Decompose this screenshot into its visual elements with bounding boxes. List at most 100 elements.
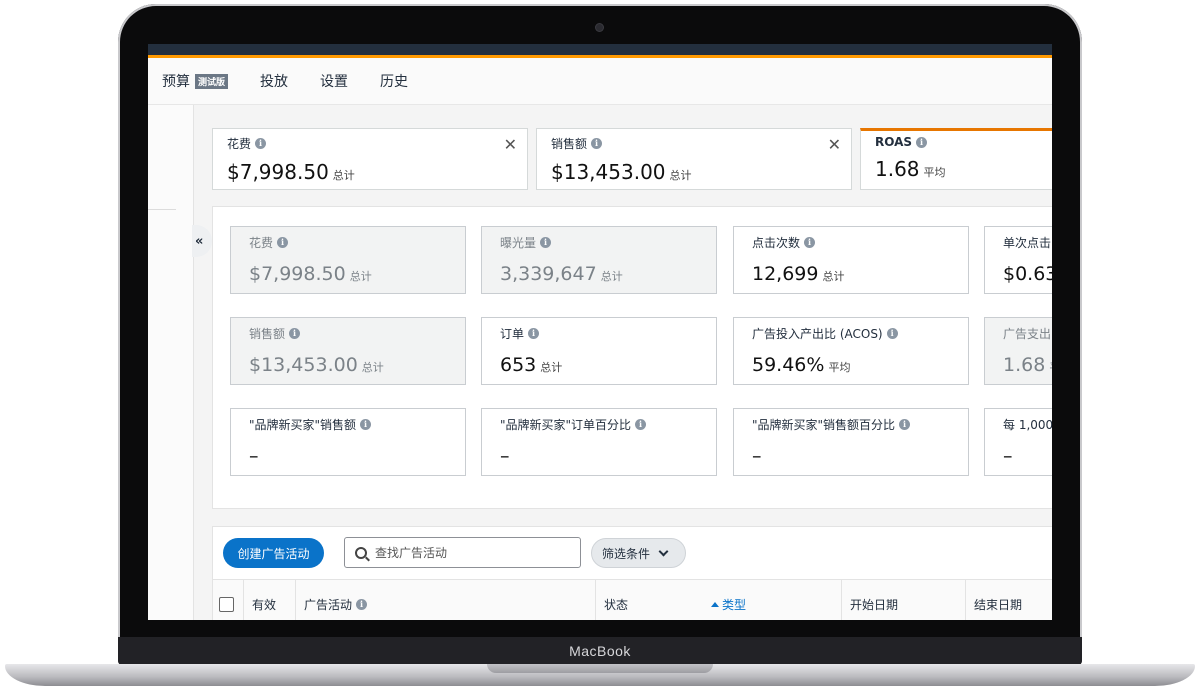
metric-card-per-1000[interactable]: 每 1,000 – <box>984 408 1052 476</box>
column-header-end-date[interactable]: 结束日期 <box>965 580 1052 620</box>
search-input[interactable]: 查找广告活动 <box>344 537 581 568</box>
metric-label-row: 点击次数 i <box>752 234 950 251</box>
filter-label: 筛选条件 <box>602 546 651 561</box>
create-campaign-button[interactable]: 创建广告活动 <box>223 538 324 568</box>
metric-unit: 总计 <box>349 270 372 283</box>
nav-item-label: 投放 <box>260 74 289 90</box>
beta-badge: 测试版 <box>195 73 229 89</box>
metric-value: 653 <box>500 354 537 376</box>
metric-card-ntb-sales[interactable]: "品牌新买家"销售额 i – <box>230 408 466 476</box>
kpi-unit: 总计 <box>669 169 692 182</box>
metric-card-orders[interactable]: 订单 i 653 总计 <box>481 317 717 385</box>
metric-value-row: – <box>752 445 950 467</box>
info-icon[interactable]: i <box>255 138 267 149</box>
kpi-card-spend[interactable]: 花费 i $7,998.50 总计 ✕ <box>212 128 528 190</box>
search-icon <box>355 546 367 559</box>
metric-label-row: 广告支出 <box>1003 325 1052 342</box>
metrics-panel: 花费 i $7,998.50 总计 曝光量 i 3,339,647 总计 点击次数 i 1… <box>212 206 1052 509</box>
kpi-value-row: 1.68 平均 <box>875 157 1052 181</box>
metric-card-clicks[interactable]: 点击次数 i 12,699 总计 <box>733 226 969 294</box>
divider <box>148 209 176 210</box>
metric-card-sales[interactable]: 销售额 i $13,453.00 总计 <box>230 317 466 385</box>
metric-label: 花费 <box>249 236 274 250</box>
close-icon[interactable]: ✕ <box>828 135 841 154</box>
metric-label: 单次点击 <box>1003 236 1052 250</box>
kpi-value-row: $13,453.00 总计 <box>551 160 837 184</box>
search-placeholder: 查找广告活动 <box>375 546 448 560</box>
metric-value: – <box>752 445 762 467</box>
metric-label-row: "品牌新买家"销售额百分比 i <box>752 416 950 433</box>
nav-item-label: 设置 <box>320 74 349 90</box>
nav-item-history[interactable]: 历史 <box>380 71 408 91</box>
metric-card-ad-spend[interactable]: 广告支出 1.68平 <box>984 317 1052 385</box>
metric-card-impressions[interactable]: 曝光量 i 3,339,647 总计 <box>481 226 717 294</box>
kpi-label-row: ROAS i <box>875 135 1052 149</box>
metric-value: 59.46% <box>752 354 825 376</box>
info-icon[interactable]: i <box>540 237 552 248</box>
kpi-card-sales[interactable]: 销售额 i $13,453.00 总计 ✕ <box>536 128 852 190</box>
column-header-status[interactable]: 状态 <box>595 580 703 620</box>
metric-value-row: – <box>500 445 698 467</box>
filter-dropdown[interactable]: 筛选条件 <box>591 538 686 568</box>
info-icon[interactable]: i <box>528 328 540 339</box>
metric-value: 1.68 <box>1003 354 1046 376</box>
info-icon[interactable]: i <box>899 419 911 430</box>
kpi-label-row: 花费 i <box>227 135 513 152</box>
select-all-checkbox[interactable] <box>219 597 234 612</box>
metric-card-ntb-order-pct[interactable]: "品牌新买家"订单百分比 i – <box>481 408 717 476</box>
info-icon[interactable]: i <box>289 328 301 339</box>
column-header-type[interactable]: 类型 <box>703 580 841 620</box>
campaign-table: 创建广告活动 查找广告活动 筛选条件 有效 广告活动 i 状态 类型 开始日期 结… <box>212 526 1052 620</box>
kpi-label-row: 销售额 i <box>551 135 837 152</box>
sort-ascending-icon <box>711 601 719 607</box>
info-icon[interactable]: i <box>360 419 372 430</box>
metric-label-row: 每 1,000 <box>1003 416 1052 433</box>
metric-card-cpc[interactable]: 单次点击 $0.63 <box>984 226 1052 294</box>
info-icon[interactable]: i <box>356 598 368 610</box>
metric-card-spend[interactable]: 花费 i $7,998.50 总计 <box>230 226 466 294</box>
info-icon[interactable]: i <box>916 136 928 148</box>
info-icon[interactable]: i <box>277 237 289 248</box>
metric-label: 每 1,000 <box>1003 418 1052 432</box>
metric-value-row: $7,998.50 总计 <box>249 263 447 285</box>
metric-card-ntb-sales-pct[interactable]: "品牌新买家"销售额百分比 i – <box>733 408 969 476</box>
metric-label-row: 订单 i <box>500 325 698 342</box>
chevron-down-icon <box>658 546 669 556</box>
metric-value: – <box>1003 445 1013 467</box>
device-brand-label: MacBook <box>569 643 631 659</box>
metric-value-row: $0.63 <box>1003 263 1052 285</box>
metric-unit: 总计 <box>600 270 623 283</box>
column-label: 开始日期 <box>850 597 899 612</box>
column-label: 有效 <box>252 597 277 612</box>
metric-value-row: 3,339,647 总计 <box>500 263 698 285</box>
top-nav: 预算 测试版 投放 设置 历史 <box>148 58 1052 105</box>
info-icon[interactable]: i <box>886 328 898 339</box>
metric-unit: 总计 <box>822 270 845 283</box>
close-icon[interactable]: ✕ <box>504 135 517 154</box>
metric-value: $13,453.00 <box>249 354 358 376</box>
laptop-notch <box>487 664 713 673</box>
nav-item-budget[interactable]: 预算 测试版 <box>162 71 229 91</box>
metric-value-row: – <box>1003 445 1052 467</box>
info-icon[interactable]: i <box>804 237 816 248</box>
metric-label-row: 销售额 i <box>249 325 447 342</box>
column-header-campaign[interactable]: 广告活动 i <box>295 580 595 620</box>
info-icon[interactable]: i <box>635 419 647 430</box>
metric-card-acos[interactable]: 广告投入产出比 (ACOS) i 59.46% 平均 <box>733 317 969 385</box>
column-header-start-date[interactable]: 开始日期 <box>841 580 965 620</box>
metric-label: 广告投入产出比 (ACOS) <box>752 327 883 341</box>
metric-label-row: 单次点击 <box>1003 234 1052 251</box>
info-icon[interactable]: i <box>591 138 603 149</box>
screen: 预算 测试版 投放 设置 历史 花费 i $7,998.50 总计 ✕ 销售额 … <box>148 44 1052 620</box>
metric-value: $7,998.50 <box>249 263 346 285</box>
metric-value-row: 653 总计 <box>500 354 698 376</box>
kpi-card-roas[interactable]: ROAS i 1.68 平均 <box>860 128 1052 190</box>
nav-item-placement[interactable]: 投放 <box>260 71 288 91</box>
kpi-label: 销售额 <box>551 137 588 151</box>
column-header-active[interactable]: 有效 <box>243 580 295 620</box>
kpi-value-row: $7,998.50 总计 <box>227 160 513 184</box>
metric-label-row: "品牌新买家"销售额 i <box>249 416 447 433</box>
metric-label-row: 曝光量 i <box>500 234 698 251</box>
kpi-label: 花费 <box>227 137 252 151</box>
nav-item-settings[interactable]: 设置 <box>320 71 348 91</box>
